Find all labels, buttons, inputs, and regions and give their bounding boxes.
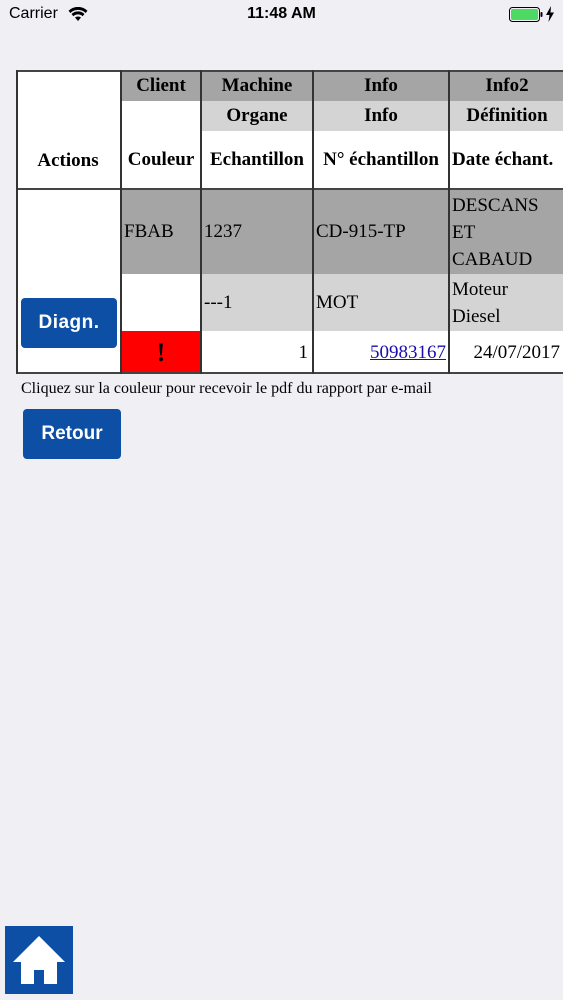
home-icon — [13, 936, 65, 984]
grid-line — [120, 70, 122, 374]
grid-line — [200, 70, 202, 374]
grid-line — [16, 70, 18, 374]
cell-info2: DESCANS ET CABAUD — [450, 190, 563, 274]
grid-line — [16, 372, 563, 374]
header-organe: Organe — [202, 101, 312, 131]
header-echantillon: Echantillon — [202, 131, 312, 188]
home-button[interactable] — [5, 926, 73, 994]
grid-line — [16, 70, 563, 72]
header-date: Date échant. — [450, 131, 563, 188]
cell-info: CD-915-TP — [314, 190, 448, 274]
header-empty — [122, 101, 200, 131]
diagnostic-button[interactable]: Diagn. — [21, 298, 117, 348]
header-info2: Info2 — [450, 70, 563, 101]
cell-definition-line1: Moteur — [452, 278, 508, 300]
cell-info2-line1: DESCANS — [452, 194, 539, 216]
cell-organe: ---1 — [202, 274, 312, 331]
status-bar: Carrier 11:48 AM — [0, 0, 563, 30]
header-client: Client — [122, 70, 200, 101]
grid-line — [312, 70, 314, 374]
back-button[interactable]: Retour — [23, 409, 121, 459]
clock: 11:48 AM — [247, 5, 316, 22]
cell-num-echantillon: 50983167 — [314, 331, 448, 374]
grid-line — [448, 70, 450, 374]
cell-definition: Moteur Diesel — [450, 274, 563, 331]
color-indicator[interactable]: ! — [122, 331, 200, 374]
cell-client: FBAB — [122, 190, 200, 274]
email-hint: Cliquez sur la couleur pour recevoir le … — [21, 380, 432, 397]
cell-echantillon: 1 — [202, 331, 312, 374]
header-info: Info — [314, 70, 448, 101]
header-info-sub: Info — [314, 101, 448, 131]
cell-info-sub: MOT — [314, 274, 448, 331]
header-num-echantillon: N° échantillon — [314, 131, 448, 188]
header-actions-label: Actions — [37, 150, 99, 171]
sample-number-link[interactable]: 50983167 — [370, 342, 446, 364]
charging-icon — [546, 6, 554, 22]
cell-info2-line3: CABAUD — [452, 248, 533, 270]
header-actions: Actions — [16, 70, 120, 188]
grid-line — [16, 188, 563, 190]
cell-info2-line2: ET — [452, 221, 476, 243]
cell-date: 24/07/2017 — [450, 331, 563, 374]
header-definition: Définition — [450, 101, 563, 131]
cell-machine: 1237 — [202, 190, 312, 274]
cell-organe-empty — [122, 274, 200, 331]
battery-icon — [509, 7, 543, 22]
header-machine: Machine — [202, 70, 312, 101]
header-couleur: Couleur — [122, 131, 200, 188]
cell-definition-line2: Diesel — [452, 305, 501, 327]
